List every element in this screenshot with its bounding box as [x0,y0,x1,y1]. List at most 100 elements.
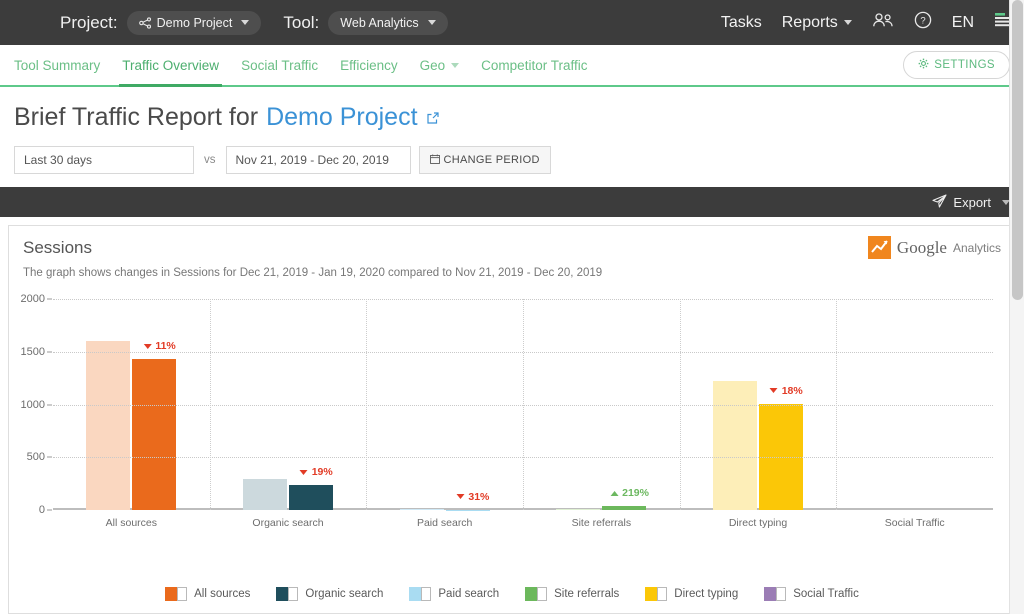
sessions-panel-header: Sessions The graph shows changes in Sess… [9,226,1015,279]
project-selector[interactable]: Demo Project [126,10,262,35]
legend-item[interactable]: Paid search [409,587,499,601]
y-axis-tick-label: 2000 [20,293,45,305]
bar-delta-label: 11% [143,340,176,353]
export-button[interactable]: Export [932,193,1010,211]
compare-period-value: Nov 21, 2019 - Dec 20, 2019 [235,153,389,167]
legend-item[interactable]: Direct typing [645,587,738,601]
page-title-prefix: Brief Traffic Report for [14,103,259,131]
external-link-icon[interactable] [426,103,440,132]
tab-label: Traffic Overview [122,57,220,73]
bar-previous-period[interactable] [86,341,131,510]
legend-color-swatch [525,587,548,601]
bar-delta-value: 11% [155,340,176,353]
reports-menu-label: Reports [781,13,838,31]
y-axis-tick-label: 0 [38,504,45,516]
tab-competitor-traffic[interactable]: Competitor Traffic [470,45,598,85]
header-right-group: Tasks Reports ? EN [721,11,1012,34]
legend-swatch-outline [288,587,299,601]
period-vs-label: vs [204,154,216,166]
current-period-input[interactable]: Last 30 days [14,146,194,174]
provider-name-secondary: Analytics [952,240,1001,255]
sessions-bar-chart: 11% All sources 19% Organic search 31% Paid s… [9,291,1015,546]
settings-button-label: SETTINGS [934,59,995,71]
legend-item[interactable]: All sources [165,587,250,601]
tab-label: Efficiency [340,57,398,73]
arrow-down-icon [769,388,778,394]
legend-color-swatch [764,587,787,601]
legend-item[interactable]: Social Traffic [764,587,859,601]
change-period-label: CHANGE PERIOD [443,154,540,166]
bar-previous-period[interactable] [556,508,601,510]
legend-item[interactable]: Site referrals [525,587,619,601]
bar-delta-label: 19% [299,466,333,478]
legend-color-swatch [409,587,432,601]
bar-previous-period[interactable] [243,478,287,510]
tab-tool-summary[interactable]: Tool Summary [14,45,111,85]
reports-menu[interactable]: Reports [782,14,852,32]
current-period-value: Last 30 days [24,153,93,167]
sessions-panel-subtitle: The graph shows changes in Sessions for … [23,267,603,279]
x-axis-category-label: Social Traffic [884,517,945,529]
provider-name-primary: Google [896,237,947,257]
sessions-panel: Sessions The graph shows changes in Sess… [8,225,1016,614]
chart-group-divider [366,299,368,510]
y-axis-tick [47,456,52,458]
svg-text:?: ? [920,16,925,27]
chart-group-divider [836,299,838,510]
arrow-down-icon [456,494,465,500]
y-axis-tick-label: 1000 [20,398,45,411]
project-label: Project: [60,12,118,32]
settings-button[interactable]: SETTINGS [903,51,1010,79]
bar-delta-label: 31% [456,491,489,503]
x-axis-category-label: Paid search [416,517,473,529]
legend-swatch-outline [537,587,548,601]
tab-list: Tool Summary Traffic Overview Social Tra… [14,45,598,87]
bar-previous-period[interactable] [713,380,758,510]
send-paper-plane-icon [932,193,947,211]
tab-geo[interactable]: Geo [409,45,471,85]
tool-label: Tool: [283,12,320,32]
chart-legend: All sources Organic search Paid search Site… [9,587,1015,601]
tab-efficiency[interactable]: Efficiency [329,45,409,85]
tasks-link[interactable]: Tasks [721,14,762,32]
change-period-button[interactable]: CHANGE PERIOD [418,146,551,174]
bar-current-period[interactable] [602,506,647,510]
scrollbar-thumb[interactable] [1012,0,1023,300]
y-axis-tick-label: 1500 [20,345,45,358]
language-switcher[interactable]: EN [952,14,974,32]
legend-color-swatch [165,587,188,601]
legend-item-label: All sources [194,588,251,600]
legend-item-label: Direct typing [674,588,739,600]
chart-plot-area: 11% All sources 19% Organic search 31% Paid s… [21,293,993,529]
y-axis-tick [47,351,52,353]
tool-selector[interactable]: Web Analytics [328,10,448,35]
legend-swatch-outline [776,587,787,601]
x-axis-category-label: Organic search [252,517,324,529]
chart-group-divider [679,299,681,510]
y-axis-tick-label: 500 [26,451,45,464]
legend-swatch-outline [421,587,432,601]
vertical-scrollbar[interactable] [1009,0,1024,614]
users-icon[interactable] [872,12,894,33]
page-title-project-link[interactable]: Demo Project [266,103,417,132]
calendar-icon [429,153,440,167]
help-circle-icon[interactable]: ? [914,11,932,34]
legend-item-label: Site referrals [554,588,620,600]
chevron-down-icon [241,20,250,25]
compare-period-input[interactable]: Nov 21, 2019 - Dec 20, 2019 [225,146,411,174]
tab-traffic-overview[interactable]: Traffic Overview [111,45,230,87]
bar-previous-period[interactable] [399,509,444,510]
arrow-up-icon [610,490,619,496]
chevron-down-icon [427,20,436,25]
google-analytics-logo: Google Analytics [867,236,1001,259]
project-selector-value: Demo Project [156,15,233,30]
tab-social-traffic[interactable]: Social Traffic [230,45,329,85]
top-header-bar: Project: Demo Project Tool: Web Analytic… [0,0,1024,45]
bar-current-period[interactable] [289,485,333,510]
y-axis-tick [47,404,52,405]
bar-current-period[interactable] [132,359,177,510]
legend-swatch-outline [177,587,188,601]
legend-item[interactable]: Organic search [276,587,383,601]
y-axis-tick [47,298,52,300]
arrow-down-icon [143,343,152,349]
